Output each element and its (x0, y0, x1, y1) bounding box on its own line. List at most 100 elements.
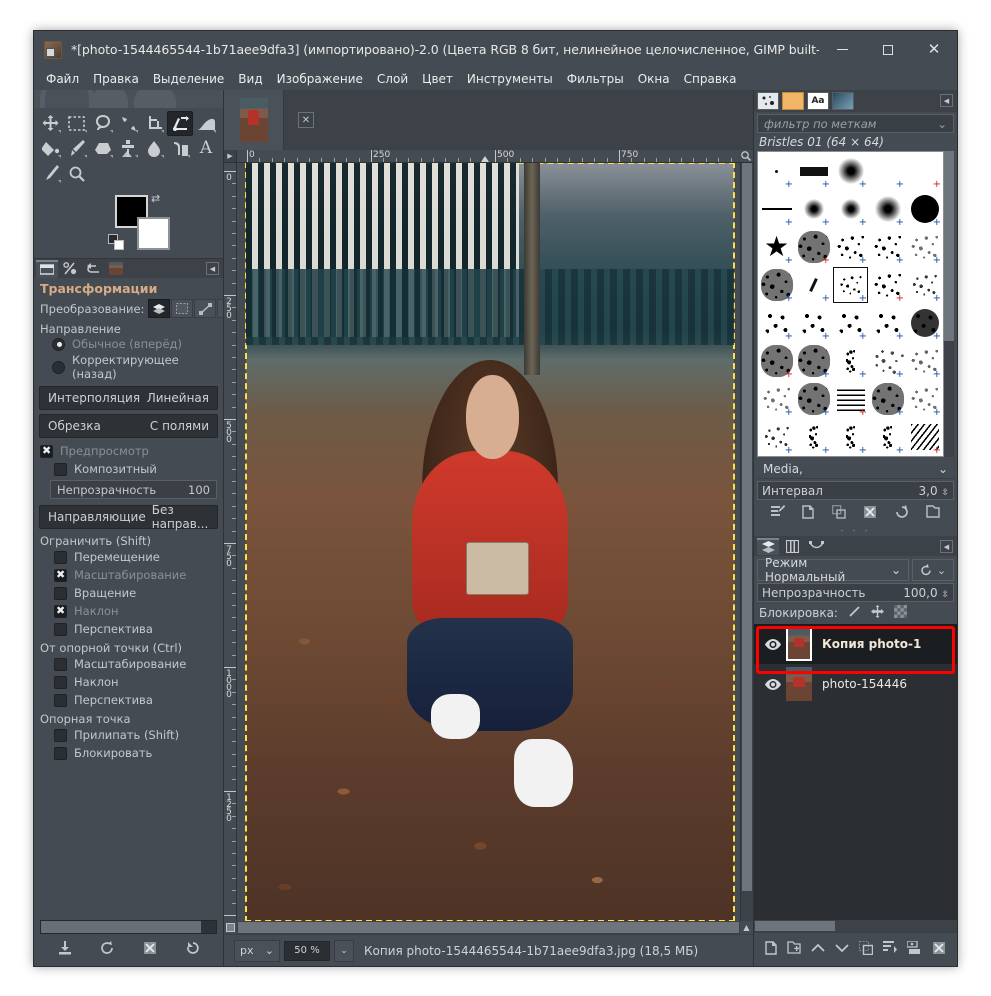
brush-source-combo[interactable]: Media, ⌄ (757, 460, 954, 479)
device-status-icon[interactable] (59, 260, 81, 278)
images-icon[interactable] (105, 260, 127, 278)
direction-corrective[interactable]: Корректирующее (назад) (34, 352, 223, 382)
menu-tools[interactable]: Инструменты (460, 70, 560, 88)
brush-cell[interactable]: + (758, 152, 795, 190)
interpolation-combo[interactable]: Интерполяция Линейная (39, 386, 218, 410)
background-color-swatch[interactable] (137, 217, 170, 250)
preview-checkbox-row[interactable]: Предпросмотр (34, 442, 223, 460)
menu-colors[interactable]: Цвет (415, 70, 460, 88)
menu-file[interactable]: Файл (39, 70, 86, 88)
layer-mode-combo[interactable]: Режим Нормальный ⌄ (757, 556, 909, 584)
raise-layer-icon[interactable] (811, 942, 825, 957)
brushes-dock-menu-button[interactable]: ◀ (940, 94, 953, 107)
free-select-tool[interactable] (90, 111, 116, 136)
guides-combo[interactable]: Направляющие Без направ... (39, 503, 218, 531)
fonts-tab[interactable]: Aa (807, 92, 829, 110)
horizontal-ruler[interactable]: 0 250 500 750 (237, 150, 738, 163)
rectangle-select-tool[interactable] (64, 111, 90, 136)
pivot-scale[interactable]: Масштабирование (34, 655, 223, 673)
tool-options-scrollbar[interactable] (40, 920, 217, 934)
patterns-tab[interactable] (782, 92, 804, 110)
swap-colors-icon[interactable]: ⇄ (151, 192, 160, 205)
menu-view[interactable]: Вид (231, 70, 269, 88)
brush-cell[interactable]: + (832, 380, 869, 418)
open-brush-folder-icon[interactable] (926, 505, 940, 523)
brush-cell[interactable]: + (832, 266, 869, 304)
unified-transform-tool[interactable] (167, 111, 194, 136)
brush-cell[interactable]: + (758, 190, 795, 228)
brush-cell[interactable]: + (906, 418, 943, 456)
clipping-combo[interactable]: Обрезка С полями (39, 414, 218, 438)
quick-mask-toggle[interactable] (224, 921, 237, 934)
constrain-rotate[interactable]: Вращение (34, 584, 223, 602)
restore-preset-icon[interactable] (100, 941, 114, 959)
brush-spacing-field[interactable]: Интервал 3,0 ⇳ (757, 481, 954, 500)
brush-cell[interactable]: + (869, 418, 906, 456)
close-image-tab-icon[interactable]: ✕ (298, 112, 314, 128)
brush-cell[interactable]: + (758, 266, 795, 304)
crop-tool[interactable] (141, 111, 167, 136)
zoom-image-window-icon[interactable] (738, 150, 753, 163)
brush-cell[interactable]: + (795, 380, 832, 418)
image-canvas-content[interactable] (245, 163, 735, 921)
smudge-tool[interactable] (193, 111, 219, 136)
warp-transform-tool[interactable] (116, 111, 142, 136)
minimize-button[interactable] (819, 31, 865, 68)
layer-name[interactable]: photo-154446 (822, 677, 907, 691)
dock-separator[interactable]: - - - (754, 526, 957, 536)
brush-cell[interactable]: + (795, 266, 832, 304)
brush-cell[interactable]: + (795, 418, 832, 456)
brush-cell[interactable]: + (869, 228, 906, 266)
channels-tab[interactable] (781, 538, 803, 555)
layer-mode-reset-button[interactable]: ⌄ (912, 559, 954, 581)
lock-position-icon[interactable] (870, 605, 884, 621)
brush-cell[interactable]: + (758, 380, 795, 418)
constrain-scale[interactable]: Масштабирование (34, 566, 223, 584)
duplicate-brush-icon[interactable] (831, 505, 846, 523)
brush-grid-scrollbar[interactable] (944, 151, 954, 457)
ruler-corner-button[interactable]: ▶ (224, 150, 237, 163)
brush-cell[interactable]: + (869, 266, 906, 304)
menu-windows[interactable]: Окна (631, 70, 677, 88)
constrain-move[interactable]: Перемещение (34, 548, 223, 566)
delete-preset-icon[interactable] (143, 941, 157, 959)
layer-opacity-slider[interactable]: Непрозрачность 100,0 ⇳ (757, 583, 954, 602)
brush-cell[interactable]: + (906, 190, 943, 228)
menu-edit[interactable]: Правка (86, 70, 146, 88)
brush-cell[interactable]: + (832, 152, 869, 190)
new-layer-icon[interactable] (765, 940, 777, 959)
tool-options-icon[interactable] (36, 259, 58, 278)
brush-cell[interactable]: + (906, 228, 943, 266)
constrain-shear[interactable]: Наклон (34, 602, 223, 620)
menu-filters[interactable]: Фильтры (560, 70, 631, 88)
brush-cell[interactable]: + (906, 342, 943, 380)
maximize-button[interactable] (865, 31, 911, 68)
pivot-shear[interactable]: Наклон (34, 673, 223, 691)
ink-tool[interactable] (167, 136, 193, 161)
brush-cell[interactable]: + (832, 190, 869, 228)
brush-cell[interactable]: + (832, 418, 869, 456)
layer-list[interactable]: Копия photo-1 photo-154446 (754, 624, 957, 920)
document-history-tab[interactable] (832, 92, 854, 110)
zoom-dropdown-button[interactable]: ⌄ (334, 939, 354, 962)
undo-history-icon[interactable] (82, 260, 104, 278)
brushes-tab[interactable] (757, 92, 779, 110)
layer-visibility-icon[interactable] (760, 638, 786, 650)
close-button[interactable]: ✕ (911, 31, 957, 68)
brush-cell[interactable]: + (758, 304, 795, 342)
opacity-slider[interactable]: Непрозрачность 100 (50, 480, 217, 499)
table-row[interactable]: Копия photo-1 (754, 624, 957, 664)
canvas-horizontal-scrollbar[interactable] (237, 921, 740, 934)
brush-cell[interactable]: + (795, 342, 832, 380)
brush-cell[interactable]: + (832, 228, 869, 266)
image-tab[interactable] (224, 90, 284, 150)
text-tool[interactable]: A (193, 136, 219, 161)
duplicate-layer-icon[interactable] (858, 940, 874, 959)
layer-visibility-icon[interactable] (760, 678, 786, 690)
merge-down-icon[interactable] (906, 939, 922, 959)
zoom-input[interactable]: 50 % (284, 940, 330, 961)
spinner-icon[interactable]: ⇳ (941, 488, 949, 498)
brush-cell[interactable]: + (869, 380, 906, 418)
dock-menu-button[interactable]: ◀ (206, 262, 219, 275)
direction-normal[interactable]: Обычное (вперёд) (34, 336, 223, 352)
